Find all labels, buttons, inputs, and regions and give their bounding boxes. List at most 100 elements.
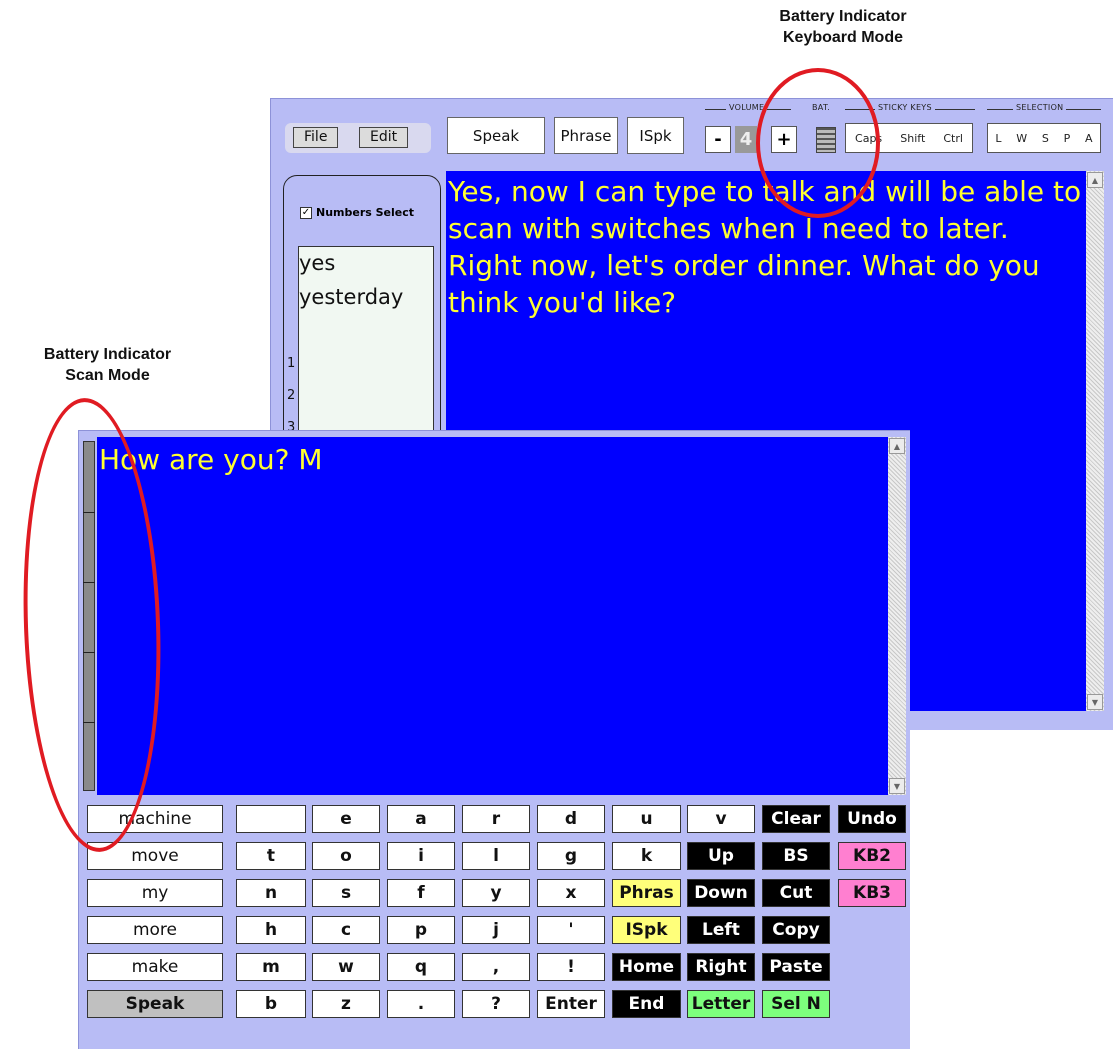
key-r[interactable]: r: [462, 805, 530, 833]
home-key[interactable]: Home: [612, 953, 681, 981]
key-m[interactable]: m: [236, 953, 306, 981]
battery-tick: [83, 722, 95, 723]
caption-line-2: Keyboard Mode: [782, 29, 903, 46]
menu-edit[interactable]: Edit: [359, 127, 409, 148]
menu-file[interactable]: File: [293, 127, 339, 148]
key-x[interactable]: x: [537, 879, 605, 907]
key-h[interactable]: h: [236, 916, 306, 944]
volume-value: 4: [735, 126, 757, 153]
sticky-shift[interactable]: Shift: [900, 132, 925, 145]
paste-key[interactable]: Paste: [762, 953, 830, 981]
selection-all[interactable]: A: [1085, 132, 1093, 145]
kb2-key[interactable]: KB2: [838, 842, 906, 870]
word-key[interactable]: my: [87, 879, 223, 907]
key-question[interactable]: ?: [462, 990, 530, 1018]
prediction-item[interactable]: yes: [299, 251, 335, 275]
scroll-up-arrow-icon[interactable]: ▲: [889, 438, 905, 454]
key-c[interactable]: c: [312, 916, 380, 944]
key-e[interactable]: e: [312, 805, 380, 833]
clear-key[interactable]: Clear: [762, 805, 830, 833]
prediction-item[interactable]: yesterday: [299, 285, 403, 309]
key-comma[interactable]: ,: [462, 953, 530, 981]
key-q[interactable]: q: [387, 953, 455, 981]
word-key[interactable]: move: [87, 842, 223, 870]
sticky-ctrl[interactable]: Ctrl: [943, 132, 963, 145]
key-g[interactable]: g: [537, 842, 605, 870]
selection-sentence[interactable]: S: [1042, 132, 1049, 145]
key-f[interactable]: f: [387, 879, 455, 907]
key-j[interactable]: j: [462, 916, 530, 944]
caption-line-1: Battery Indicator: [43, 346, 172, 363]
ispk-button[interactable]: ISpk: [627, 117, 684, 154]
kb3-key[interactable]: KB3: [838, 879, 906, 907]
scan-text-scrollbar[interactable]: ▲ ▼: [888, 437, 906, 795]
caption-line-2: Scan Mode: [65, 367, 150, 384]
backspace-key[interactable]: BS: [762, 842, 830, 870]
end-key[interactable]: End: [612, 990, 681, 1018]
key-l[interactable]: l: [462, 842, 530, 870]
scroll-down-arrow-icon[interactable]: ▼: [1087, 694, 1103, 710]
down-key[interactable]: Down: [687, 879, 755, 907]
key-a[interactable]: a: [387, 805, 455, 833]
key-d[interactable]: d: [537, 805, 605, 833]
key-v[interactable]: v: [687, 805, 755, 833]
numbers-select-label: Numbers Select: [316, 206, 415, 219]
selection-group: L W S P A: [987, 123, 1101, 153]
key-w[interactable]: w: [312, 953, 380, 981]
scan-text-content: How are you? M: [99, 443, 323, 476]
volume-up-button[interactable]: +: [771, 126, 797, 153]
selection-label: SELECTION: [1013, 103, 1067, 112]
word-key[interactable]: machine: [87, 805, 223, 833]
key-apostrophe[interactable]: ': [537, 916, 605, 944]
key-n[interactable]: n: [236, 879, 306, 907]
key-t[interactable]: t: [236, 842, 306, 870]
key-period[interactable]: .: [387, 990, 455, 1018]
right-key[interactable]: Right: [687, 953, 755, 981]
scan-text-area[interactable]: How are you? M: [97, 437, 888, 795]
key-k[interactable]: k: [612, 842, 681, 870]
undo-key[interactable]: Undo: [838, 805, 906, 833]
keyboard-text-content: Yes, now I can type to talk and will be …: [448, 175, 1082, 319]
key-y[interactable]: y: [462, 879, 530, 907]
sel-n-key[interactable]: Sel N: [762, 990, 830, 1018]
letter-key[interactable]: Letter: [687, 990, 755, 1018]
scroll-up-arrow-icon[interactable]: ▲: [1087, 172, 1103, 188]
selection-letter[interactable]: L: [995, 132, 1001, 145]
prediction-number: 2: [287, 388, 296, 403]
key-b[interactable]: b: [236, 990, 306, 1018]
left-key[interactable]: Left: [687, 916, 755, 944]
caption-line-1: Battery Indicator: [779, 8, 907, 25]
numbers-select-checkbox[interactable]: ✓ Numbers Select: [300, 206, 414, 219]
volume-label: VOLUME: [726, 103, 768, 112]
key-p[interactable]: p: [387, 916, 455, 944]
selection-paragraph[interactable]: P: [1064, 132, 1071, 145]
up-key[interactable]: Up: [687, 842, 755, 870]
enter-key[interactable]: Enter: [537, 990, 605, 1018]
key-z[interactable]: z: [312, 990, 380, 1018]
phrase-key[interactable]: Phras: [612, 879, 681, 907]
scroll-down-arrow-icon[interactable]: ▼: [889, 778, 905, 794]
prediction-number: 1: [287, 356, 296, 371]
sticky-keys-group: Caps Shift Ctrl: [845, 123, 973, 153]
key-s[interactable]: s: [312, 879, 380, 907]
checkbox-checked-icon[interactable]: ✓: [300, 206, 312, 219]
key-o[interactable]: o: [312, 842, 380, 870]
speak-button[interactable]: Speak: [447, 117, 545, 154]
word-key[interactable]: make: [87, 953, 223, 981]
speak-key[interactable]: Speak: [87, 990, 223, 1018]
keyboard-text-scrollbar[interactable]: ▲ ▼: [1086, 171, 1104, 711]
phrase-button[interactable]: Phrase: [554, 117, 618, 154]
sticky-caps[interactable]: Caps: [855, 132, 882, 145]
key-u[interactable]: u: [612, 805, 681, 833]
selection-word[interactable]: W: [1016, 132, 1027, 145]
ispk-key[interactable]: ISpk: [612, 916, 681, 944]
copy-key[interactable]: Copy: [762, 916, 830, 944]
volume-down-button[interactable]: -: [705, 126, 731, 153]
key-exclamation[interactable]: !: [537, 953, 605, 981]
word-key[interactable]: more: [87, 916, 223, 944]
battery-tick: [83, 652, 95, 653]
cut-key[interactable]: Cut: [762, 879, 830, 907]
key-blank[interactable]: [236, 805, 306, 833]
key-i[interactable]: i: [387, 842, 455, 870]
scan-mode-window: How are you? M ▲ ▼ machine move my more …: [78, 430, 910, 1049]
